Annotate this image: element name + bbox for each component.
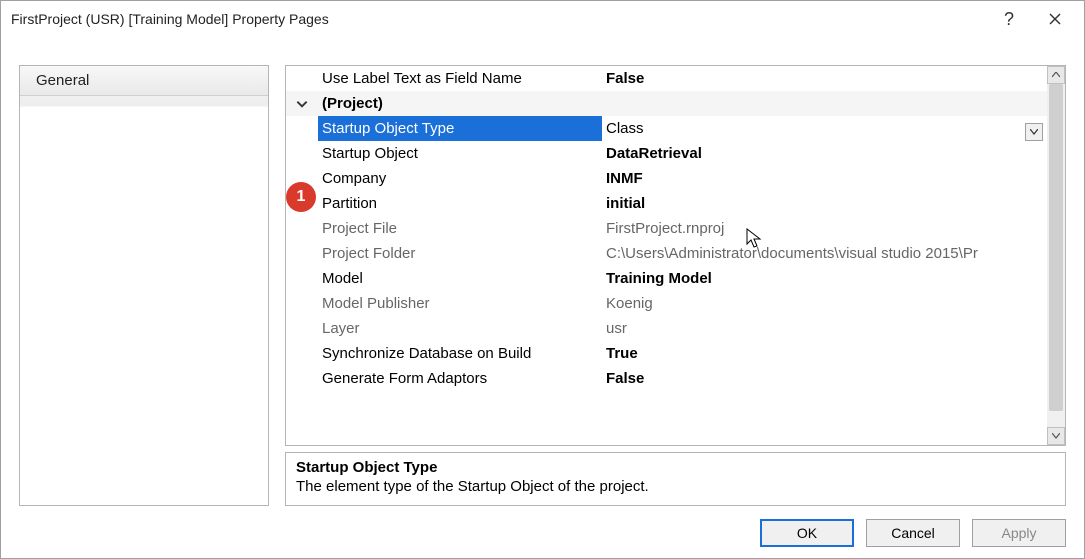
dialog-body: General Use Label Text as Field NameFals…	[1, 37, 1084, 516]
main-panel: Use Label Text as Field NameFalse(Projec…	[285, 65, 1066, 506]
property-value[interactable]: True	[602, 341, 1047, 366]
property-label: Synchronize Database on Build	[318, 341, 602, 366]
property-value: FirstProject.rnproj	[602, 216, 1047, 241]
property-value[interactable]: Training Model	[602, 266, 1047, 291]
property-row[interactable]: Partitioninitial	[286, 191, 1047, 216]
property-value[interactable]: False	[602, 366, 1047, 391]
close-button[interactable]	[1032, 4, 1078, 34]
property-group[interactable]: (Project)	[286, 91, 1047, 116]
titlebar: FirstProject (USR) [Training Model] Prop…	[1, 1, 1084, 37]
property-label: Startup Object	[318, 141, 602, 166]
ok-button[interactable]: OK	[760, 519, 854, 547]
cursor-icon	[746, 228, 764, 255]
button-label: Apply	[1001, 525, 1036, 541]
button-label: OK	[797, 525, 817, 541]
property-pages-window: FirstProject (USR) [Training Model] Prop…	[0, 0, 1085, 559]
property-label: Generate Form Adaptors	[318, 366, 602, 391]
chevron-down-icon	[1052, 433, 1060, 439]
property-label: Layer	[318, 316, 602, 341]
chevron-up-icon	[1052, 72, 1060, 78]
property-label: Use Label Text as Field Name	[318, 66, 602, 91]
property-grid[interactable]: Use Label Text as Field NameFalse(Projec…	[285, 65, 1066, 446]
property-label: Startup Object Type	[318, 116, 602, 141]
property-row[interactable]: CompanyINMF	[286, 166, 1047, 191]
property-row[interactable]: ModelTraining Model	[286, 266, 1047, 291]
property-value: C:\Users\Administrator\documents\visual …	[602, 241, 1047, 266]
property-value[interactable]: Class	[602, 116, 1047, 141]
property-row[interactable]: Startup ObjectDataRetrieval	[286, 141, 1047, 166]
description-title: Startup Object Type	[296, 459, 1055, 476]
help-icon: ?	[1004, 9, 1014, 30]
property-label: Company	[318, 166, 602, 191]
property-value[interactable]: INMF	[602, 166, 1047, 191]
property-row[interactable]: Model PublisherKoenig	[286, 291, 1047, 316]
button-bar: OK Cancel Apply	[1, 516, 1084, 558]
scrollbar[interactable]	[1047, 66, 1065, 445]
close-icon	[1049, 13, 1061, 25]
property-value: Koenig	[602, 291, 1047, 316]
property-value[interactable]: DataRetrieval	[602, 141, 1047, 166]
property-row[interactable]: Project FolderC:\Users\Administrator\doc…	[286, 241, 1047, 266]
property-label: Project File	[318, 216, 602, 241]
description-panel: Startup Object Type The element type of …	[285, 452, 1066, 506]
row-gutter	[286, 97, 318, 111]
dropdown-button[interactable]	[1025, 123, 1043, 141]
callout-label: 1	[297, 188, 306, 206]
chevron-down-icon	[1030, 129, 1038, 135]
category-sidebar: General	[19, 65, 269, 506]
scrollbar-thumb[interactable]	[1049, 84, 1063, 411]
property-label: (Project)	[318, 91, 1047, 116]
property-row[interactable]: Synchronize Database on BuildTrue	[286, 341, 1047, 366]
property-row[interactable]: Project FileFirstProject.rnproj	[286, 216, 1047, 241]
chevron-down-icon	[295, 97, 309, 111]
annotation-callout-1: 1	[286, 182, 316, 212]
button-label: Cancel	[891, 525, 935, 541]
property-row[interactable]: Use Label Text as Field NameFalse	[286, 66, 1047, 91]
sidebar-item-general[interactable]: General	[20, 66, 268, 96]
property-label: Model Publisher	[318, 291, 602, 316]
scroll-up-button[interactable]	[1047, 66, 1065, 84]
description-text: The element type of the Startup Object o…	[296, 478, 1055, 495]
window-title: FirstProject (USR) [Training Model] Prop…	[11, 11, 986, 27]
property-label: Project Folder	[318, 241, 602, 266]
apply-button: Apply	[972, 519, 1066, 547]
property-value[interactable]: False	[602, 66, 1047, 91]
help-button[interactable]: ?	[986, 4, 1032, 34]
property-row[interactable]: Layerusr	[286, 316, 1047, 341]
property-label: Partition	[318, 191, 602, 216]
property-row[interactable]: Startup Object TypeClass	[286, 116, 1047, 141]
sidebar-item-label: General	[36, 72, 89, 89]
property-value: usr	[602, 316, 1047, 341]
scroll-down-button[interactable]	[1047, 427, 1065, 445]
property-value[interactable]: initial	[602, 191, 1047, 216]
cancel-button[interactable]: Cancel	[866, 519, 960, 547]
property-row[interactable]: Generate Form AdaptorsFalse	[286, 366, 1047, 391]
property-label: Model	[318, 266, 602, 291]
